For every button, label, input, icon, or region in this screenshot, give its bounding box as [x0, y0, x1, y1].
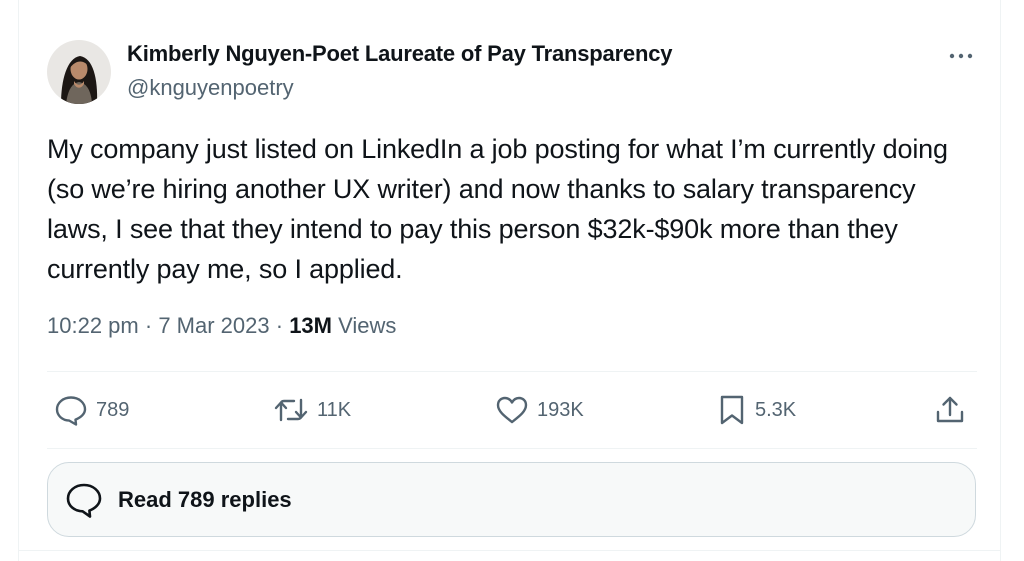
repost-button[interactable]: 11K [273, 392, 351, 428]
more-button[interactable] [944, 44, 978, 68]
author-handle[interactable]: @knguyenpoetry [127, 75, 294, 101]
divider [47, 371, 977, 372]
avatar-image [47, 40, 111, 104]
tweet-text: My company just listed on LinkedIn a job… [47, 134, 948, 284]
more-horizontal-icon [949, 53, 973, 59]
share-upload-icon [936, 396, 964, 423]
repost-arrows-icon [274, 398, 308, 422]
speech-bubble-icon [55, 396, 87, 426]
views-label: Views [338, 313, 397, 338]
tweet-time[interactable]: 10:22 pm [47, 313, 139, 338]
divider [47, 448, 977, 449]
bookmark-icon [720, 395, 744, 425]
reply-button[interactable]: 789 [54, 392, 129, 428]
like-count: 193K [537, 398, 584, 421]
bookmark-count: 5.3K [755, 398, 797, 421]
author-name[interactable]: Kimberly Nguyen-Poet Laureate of Pay Tra… [127, 41, 672, 67]
read-replies-button[interactable]: Read 789 replies [47, 462, 976, 537]
meta-separator: · [275, 313, 284, 338]
bottom-divider [19, 550, 1000, 551]
repost-count: 11K [317, 398, 352, 421]
bookmark-button[interactable]: 5.3K [717, 392, 796, 428]
meta-separator: · [144, 313, 153, 338]
tweet-meta: 10:22 pm · 7 Mar 2023 · 13M Views [47, 313, 396, 339]
reply-count: 789 [96, 398, 130, 421]
views-count: 13M [289, 313, 332, 338]
avatar[interactable] [47, 40, 111, 104]
tweet-date[interactable]: 7 Mar 2023 [158, 313, 269, 338]
read-replies-label: Read 789 replies [118, 486, 292, 512]
like-button[interactable]: 193K [495, 392, 584, 428]
share-button[interactable] [934, 392, 966, 428]
speech-bubble-icon [66, 483, 102, 518]
replies-bubble-icon-wrap [64, 481, 104, 519]
heart-icon [496, 396, 528, 424]
